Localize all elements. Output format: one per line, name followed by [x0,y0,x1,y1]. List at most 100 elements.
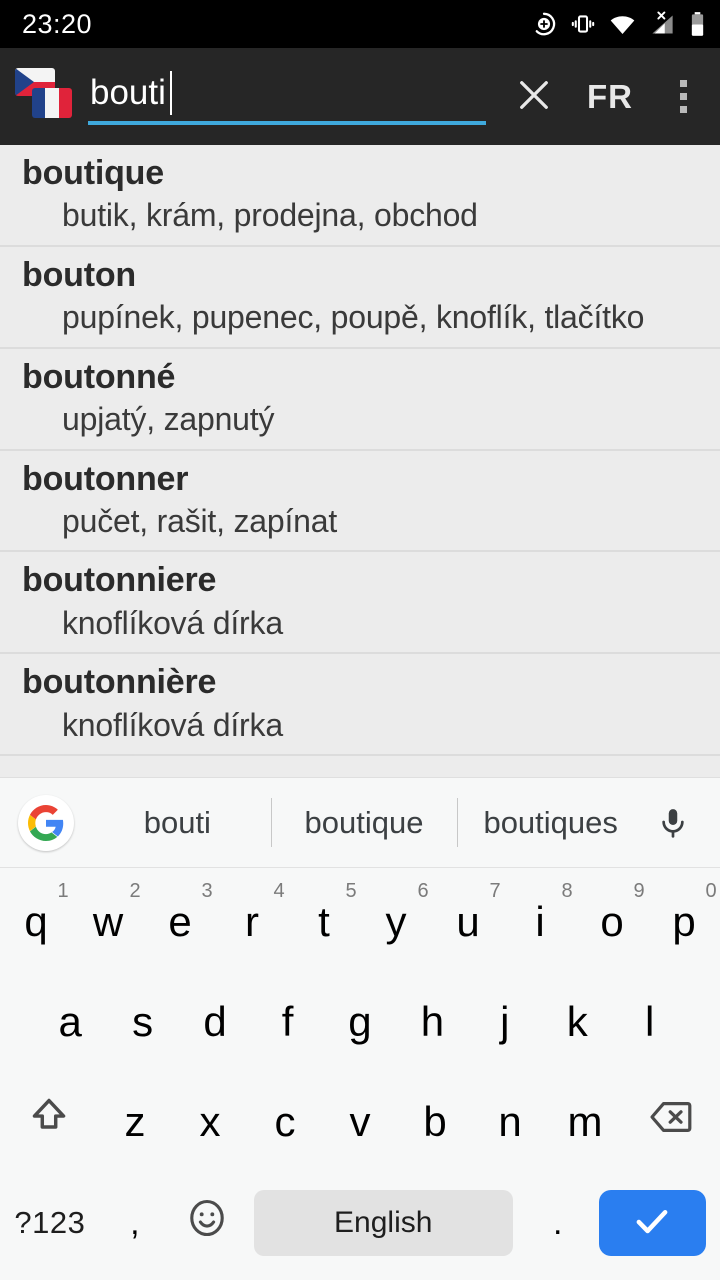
key-label: r [245,898,259,945]
key-g[interactable]: g [324,972,396,1072]
comma-key[interactable]: , [100,1173,170,1273]
suggestion-chips: bouti boutique boutiques [84,778,644,867]
suggestion-item[interactable]: boutique [270,778,458,867]
result-term: boutonné [22,357,176,396]
result-term: boutonniere [22,561,217,600]
enter-key[interactable] [598,1190,706,1256]
key-m[interactable]: m [548,1072,623,1172]
key-f[interactable]: f [251,972,323,1072]
key-z[interactable]: z [98,1072,173,1172]
keyboard-row-1: 1 q 2 w 3 e 4 r 5 t 6 y 7 u 8 i 9 o 0 p [0,872,720,972]
list-item[interactable]: boutonner pučet, rašit, zapínat [0,451,720,553]
key-label: t [318,898,330,945]
key-hint: 7 [489,880,501,902]
result-definitions: upjatý, zapnutý [62,401,275,438]
clear-search-button[interactable] [502,62,566,132]
backspace-key[interactable] [623,1072,720,1172]
list-item[interactable]: boutonné upjatý, zapnutý [0,349,720,451]
key-a[interactable]: a [34,972,106,1072]
key-r[interactable]: 4 r [216,872,288,972]
shift-icon [26,1094,72,1150]
key-hint: 0 [705,880,717,902]
microphone-icon[interactable] [644,794,702,852]
key-v[interactable]: v [323,1072,398,1172]
key-label: p [672,898,696,945]
key-label: i [535,898,545,945]
text-cursor [170,70,172,115]
battery-icon [689,11,706,38]
list-item[interactable]: boutonniere knoflíková dírka [0,552,720,655]
suggestion-item[interactable]: boutiques [457,778,644,867]
list-item[interactable]: boutonnière knoflíková dírka [0,654,720,757]
key-y[interactable]: 6 y [360,872,432,972]
key-label: y [385,898,407,945]
symbols-key[interactable]: ?123 [0,1173,100,1273]
key-hint: 5 [345,880,357,902]
key-c[interactable]: c [248,1072,323,1172]
search-results-list[interactable]: boutique butik, krám, prodejna, obchod b… [0,145,720,777]
key-hint: 8 [561,880,573,902]
key-u[interactable]: 7 u [432,872,504,972]
list-item[interactable]: boutique butik, krám, prodejna, obchod [0,145,720,247]
key-hint: 4 [273,880,285,902]
result-definitions: knoflíková dírka [62,604,283,641]
key-h[interactable]: h [396,972,468,1072]
more-vertical-icon [679,106,687,113]
key-j[interactable]: j [469,972,541,1072]
period-key[interactable]: . [523,1173,593,1273]
key-o[interactable]: 9 o [576,872,648,972]
check-icon [631,1200,673,1247]
search-input[interactable] [88,72,498,121]
key-p[interactable]: 0 p [648,872,720,972]
key-label: w [92,898,124,945]
key-x[interactable]: x [173,1072,248,1172]
on-screen-keyboard[interactable]: bouti boutique boutiques 1 q 2 w 3 e 4 r… [0,777,720,1280]
search-field-wrapper[interactable] [88,63,498,131]
status-bar: 23:20 [0,0,720,48]
key-l[interactable]: l [614,972,686,1072]
keyboard-row-4: ?123 , English . [0,1172,720,1274]
keyboard-row-2: a s d f g h j k l [0,972,720,1072]
no-signal-icon [649,11,676,38]
key-s[interactable]: s [106,972,178,1072]
wifi-icon [609,11,636,38]
keyboard-rows: 1 q 2 w 3 e 4 r 5 t 6 y 7 u 8 i 9 o 0 p … [0,868,720,1274]
key-label: e [168,898,192,945]
key-k[interactable]: k [541,972,613,1072]
key-hint: 1 [57,880,69,902]
key-w[interactable]: 2 w [72,872,144,972]
backspace-icon [647,1093,695,1151]
result-definitions: butik, krám, prodejna, obchod [62,197,478,234]
vibrate-icon [570,11,596,37]
key-hint: 6 [417,880,429,902]
list-item[interactable]: bouton pupínek, pupenec, poupě, knoflík,… [0,247,720,349]
key-q[interactable]: 1 q [0,872,72,972]
key-hint: 2 [129,880,141,902]
key-d[interactable]: d [179,972,251,1072]
key-label: q [24,898,48,945]
key-i[interactable]: 8 i [504,872,576,972]
overflow-menu-button[interactable] [654,62,712,132]
language-toggle-button[interactable]: FR [566,62,654,132]
more-vertical-icon [679,93,687,100]
key-e[interactable]: 3 e [144,872,216,972]
suggestion-item[interactable]: bouti [84,778,271,867]
key-label: u [456,898,480,945]
key-n[interactable]: n [473,1072,548,1172]
keyboard-row-3: z x c v b n m [0,1072,720,1172]
emoji-key[interactable] [170,1173,244,1273]
czech-french-flags-icon[interactable] [12,66,74,128]
key-t[interactable]: 5 t [288,872,360,972]
status-clock: 23:20 [22,8,93,39]
space-key[interactable]: English [253,1190,513,1256]
key-b[interactable]: b [398,1072,473,1172]
result-definitions: knoflíková dírka [62,706,283,743]
more-vertical-icon [679,80,687,87]
close-icon [513,74,555,119]
suggestion-bar: bouti boutique boutiques [0,778,720,868]
key-hint: 3 [201,880,213,902]
key-hint: 9 [633,880,645,902]
app-toolbar: FR [0,48,720,145]
google-logo-icon[interactable] [18,794,74,851]
shift-key[interactable] [0,1072,98,1172]
